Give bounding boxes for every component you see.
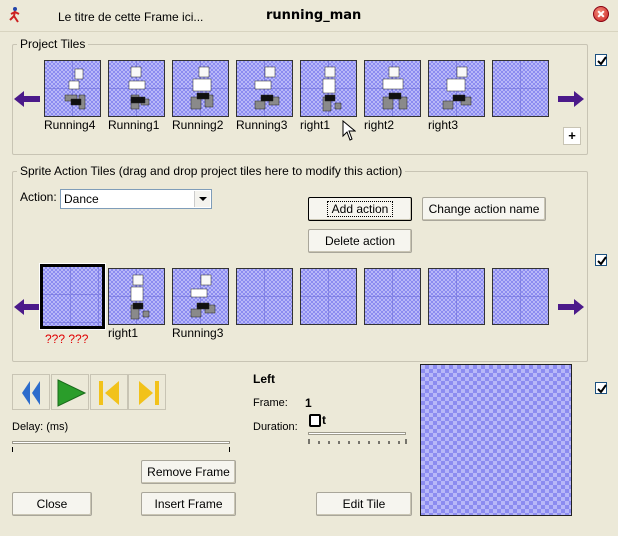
- frame-preview: [420, 364, 572, 516]
- action-tile[interactable]: [364, 268, 421, 325]
- window-close-icon[interactable]: [593, 6, 609, 22]
- delete-action-button[interactable]: Delete action: [308, 229, 412, 253]
- frame-value: 1: [305, 396, 312, 410]
- rewind-icon: [22, 381, 40, 405]
- preview-checkbox[interactable]: [595, 382, 607, 394]
- duration-field[interactable]: [309, 414, 321, 427]
- play-icon: [57, 379, 87, 407]
- project-tiles-checkbox[interactable]: [595, 54, 607, 66]
- add-action-label: Add action: [326, 201, 394, 217]
- action-tile-label: right1: [108, 326, 139, 340]
- checkmark-icon: [597, 384, 607, 394]
- project-tile[interactable]: [44, 60, 101, 117]
- window-subtitle: Le titre de cette Frame ici...: [58, 10, 204, 24]
- add-action-button[interactable]: Add action: [308, 197, 412, 221]
- project-tile-label: Running3: [236, 118, 288, 132]
- delay-label: Delay: (ms): [12, 421, 69, 433]
- action-tile-label: Running3: [172, 326, 224, 340]
- project-tile[interactable]: [428, 60, 485, 117]
- running-man-sprite-icon: [254, 66, 280, 110]
- project-tile-label: right3: [428, 118, 459, 132]
- checkmark-icon: [597, 56, 607, 66]
- running-man-sprite-icon: [382, 66, 408, 110]
- remove-frame-button[interactable]: Remove Frame: [141, 460, 236, 484]
- first-frame-button[interactable]: [90, 374, 128, 410]
- frame-label: Frame:: [253, 397, 288, 409]
- action-tiles-checkbox[interactable]: [595, 254, 607, 266]
- running-man-sprite-icon: [64, 68, 86, 110]
- project-tiles-scroll-left-icon[interactable]: [12, 89, 42, 109]
- project-tile[interactable]: [300, 60, 357, 117]
- action-tile[interactable]: [300, 268, 357, 325]
- project-tile[interactable]: [108, 60, 165, 117]
- duration-slider[interactable]: [308, 432, 406, 435]
- sprite-action-legend: Sprite Action Tiles (drag and drop proje…: [20, 164, 403, 178]
- action-tile[interactable]: [39, 263, 106, 330]
- running-man-sprite-icon: [442, 66, 472, 110]
- duration-slider-ticks: [308, 439, 407, 444]
- running-man-sprite-icon: [130, 274, 150, 320]
- chevron-down-icon[interactable]: [194, 191, 210, 207]
- project-tile-label: Running4: [44, 118, 96, 132]
- action-select[interactable]: Dance: [60, 189, 212, 209]
- project-tiles-scroll-right-icon[interactable]: [556, 89, 586, 109]
- insert-frame-button[interactable]: Insert Frame: [141, 492, 236, 516]
- action-tile[interactable]: [172, 268, 229, 325]
- skip-back-icon: [99, 381, 119, 405]
- project-tile-label: right2: [364, 118, 395, 132]
- project-tile[interactable]: [172, 60, 229, 117]
- project-tile[interactable]: [364, 60, 421, 117]
- delay-slider-start-tick: [12, 447, 13, 452]
- project-tile[interactable]: [492, 60, 549, 117]
- mouse-pointer-icon: [342, 120, 356, 141]
- app-icon: [9, 7, 20, 23]
- delay-slider[interactable]: [12, 441, 230, 444]
- project-tiles-legend: Project Tiles: [20, 37, 86, 51]
- action-tile[interactable]: [108, 268, 165, 325]
- project-tile[interactable]: [236, 60, 293, 117]
- checkmark-icon: [597, 256, 607, 266]
- project-tile-label: right1: [300, 118, 331, 132]
- change-action-name-button[interactable]: Change action name: [422, 197, 546, 221]
- close-button[interactable]: Close: [12, 492, 92, 516]
- last-frame-button[interactable]: [128, 374, 166, 410]
- action-label: Action:: [20, 190, 57, 204]
- edit-tile-button[interactable]: Edit Tile: [316, 492, 412, 516]
- running-man-sprite-icon: [190, 274, 216, 318]
- add-tile-button[interactable]: +: [563, 127, 581, 145]
- action-tile[interactable]: [492, 268, 549, 325]
- direction-label: Left: [253, 372, 275, 386]
- action-tiles-scroll-left-icon[interactable]: [12, 297, 42, 317]
- delay-slider-end-tick: [229, 447, 230, 452]
- duration-unit: t: [322, 413, 326, 427]
- running-man-sprite-icon: [128, 66, 150, 110]
- action-tile[interactable]: [428, 268, 485, 325]
- action-tile[interactable]: [236, 268, 293, 325]
- running-man-sprite-icon: [190, 66, 214, 110]
- project-tile-label: Running2: [172, 118, 224, 132]
- rewind-button[interactable]: [12, 374, 50, 410]
- action-tile-label: ??? ???: [45, 332, 89, 346]
- action-select-value: Dance: [64, 192, 99, 206]
- play-button[interactable]: [51, 374, 89, 410]
- skip-forward-icon: [139, 381, 159, 405]
- window-title: running_man: [266, 8, 362, 23]
- duration-label: Duration:: [253, 421, 298, 433]
- title-bar: Le titre de cette Frame ici... running_m…: [0, 0, 618, 32]
- project-tile-label: Running1: [108, 118, 160, 132]
- action-tiles-scroll-right-icon[interactable]: [556, 297, 586, 317]
- running-man-sprite-icon: [322, 66, 342, 112]
